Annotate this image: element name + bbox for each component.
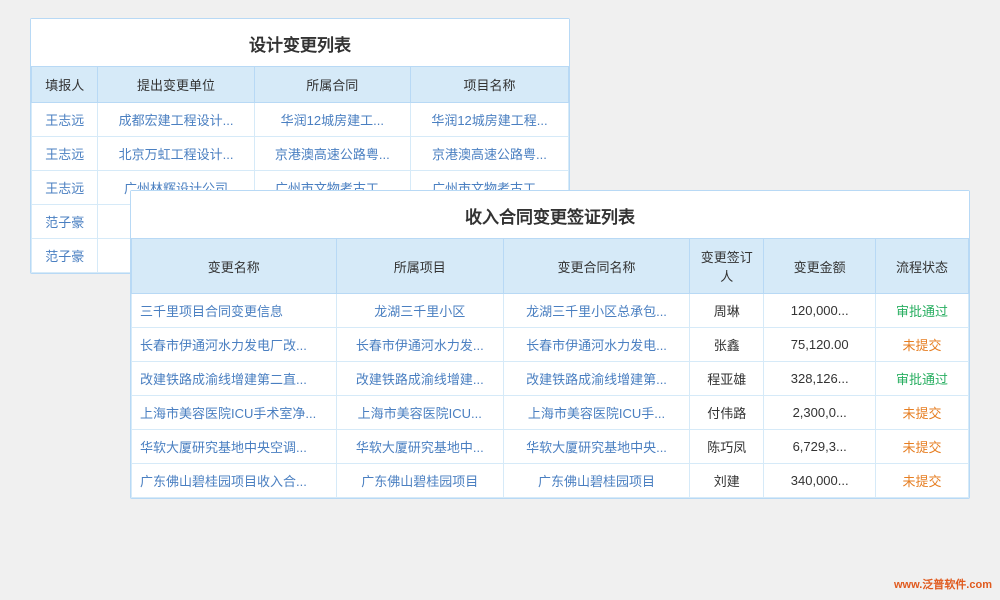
contract-col-project: 所属项目	[336, 239, 503, 294]
design-col-project: 项目名称	[410, 67, 568, 103]
design-col-unit: 提出变更单位	[98, 67, 254, 103]
design-col-contract: 所属合同	[254, 67, 410, 103]
contract-col-signer: 变更签订人	[690, 239, 764, 294]
contract-cell-project[interactable]: 龙湖三千里小区	[336, 294, 503, 328]
design-cell-reporter[interactable]: 王志远	[32, 171, 98, 205]
contract-table-row: 三千里项目合同变更信息 龙湖三千里小区 龙湖三千里小区总承包... 周琳 120…	[132, 294, 969, 328]
contract-cell-amount: 120,000...	[764, 294, 876, 328]
design-cell-reporter[interactable]: 范子豪	[32, 205, 98, 239]
contract-cell-signer: 周琳	[690, 294, 764, 328]
contract-cell-amount: 340,000...	[764, 464, 876, 498]
contract-cell-status[interactable]: 未提交	[875, 464, 968, 498]
contract-cell-name[interactable]: 三千里项目合同变更信息	[132, 294, 337, 328]
contract-table-row: 长春市伊通河水力发电厂改... 长春市伊通河水力发... 长春市伊通河水力发电.…	[132, 328, 969, 362]
design-cell-reporter[interactable]: 王志远	[32, 137, 98, 171]
contract-cell-name[interactable]: 广东佛山碧桂园项目收入合...	[132, 464, 337, 498]
contract-cell-name[interactable]: 上海市美容医院ICU手术室净...	[132, 396, 337, 430]
contract-cell-project[interactable]: 长春市伊通河水力发...	[336, 328, 503, 362]
contract-cell-signer: 程亚雄	[690, 362, 764, 396]
contract-cell-project[interactable]: 华软大厦研究基地中...	[336, 430, 503, 464]
contract-col-contractname: 变更合同名称	[504, 239, 690, 294]
design-cell-project[interactable]: 华润12城房建工程...	[410, 103, 568, 137]
contract-table-row: 改建铁路成渝线增建第二直... 改建铁路成渝线增建... 改建铁路成渝线增建第.…	[132, 362, 969, 396]
design-col-reporter: 填报人	[32, 67, 98, 103]
design-table-row: 王志远 成都宏建工程设计... 华润12城房建工... 华润12城房建工程...	[32, 103, 569, 137]
contract-table-row: 华软大厦研究基地中央空调... 华软大厦研究基地中... 华软大厦研究基地中央.…	[132, 430, 969, 464]
contract-cell-signer: 张鑫	[690, 328, 764, 362]
contract-col-name: 变更名称	[132, 239, 337, 294]
design-cell-reporter[interactable]: 范子豪	[32, 239, 98, 273]
contract-cell-name[interactable]: 华软大厦研究基地中央空调...	[132, 430, 337, 464]
contract-cell-contractname[interactable]: 广东佛山碧桂园项目	[504, 464, 690, 498]
watermark-brand: 泛普	[922, 579, 944, 591]
contract-cell-contractname[interactable]: 龙湖三千里小区总承包...	[504, 294, 690, 328]
contract-cell-status[interactable]: 审批通过	[875, 294, 968, 328]
contract-panel: 收入合同变更签证列表 变更名称 所属项目 变更合同名称 变更签订人 变更金额 流…	[130, 190, 970, 499]
design-panel-title: 设计变更列表	[31, 19, 569, 66]
contract-cell-amount: 328,126...	[764, 362, 876, 396]
design-table-row: 王志远 北京万虹工程设计... 京港澳高速公路粤... 京港澳高速公路粤...	[32, 137, 569, 171]
watermark: www.泛普软件.com	[894, 576, 992, 592]
design-cell-unit[interactable]: 北京万虹工程设计...	[98, 137, 254, 171]
contract-cell-amount: 2,300,0...	[764, 396, 876, 430]
contract-cell-signer: 刘建	[690, 464, 764, 498]
contract-cell-contractname[interactable]: 上海市美容医院ICU手...	[504, 396, 690, 430]
contract-panel-title: 收入合同变更签证列表	[131, 191, 969, 238]
contract-cell-status[interactable]: 审批通过	[875, 362, 968, 396]
design-cell-reporter[interactable]: 王志远	[32, 103, 98, 137]
contract-cell-contractname[interactable]: 改建铁路成渝线增建第...	[504, 362, 690, 396]
contract-cell-status[interactable]: 未提交	[875, 430, 968, 464]
design-cell-project[interactable]: 京港澳高速公路粤...	[410, 137, 568, 171]
contract-col-amount: 变更金额	[764, 239, 876, 294]
contract-table: 变更名称 所属项目 变更合同名称 变更签订人 变更金额 流程状态 三千里项目合同…	[131, 238, 969, 498]
contract-cell-project[interactable]: 广东佛山碧桂园项目	[336, 464, 503, 498]
contract-cell-contractname[interactable]: 长春市伊通河水力发电...	[504, 328, 690, 362]
contract-cell-project[interactable]: 上海市美容医院ICU...	[336, 396, 503, 430]
contract-cell-contractname[interactable]: 华软大厦研究基地中央...	[504, 430, 690, 464]
contract-cell-amount: 6,729,3...	[764, 430, 876, 464]
contract-cell-name[interactable]: 改建铁路成渝线增建第二直...	[132, 362, 337, 396]
design-cell-unit[interactable]: 成都宏建工程设计...	[98, 103, 254, 137]
design-cell-contract[interactable]: 京港澳高速公路粤...	[254, 137, 410, 171]
contract-table-row: 上海市美容医院ICU手术室净... 上海市美容医院ICU... 上海市美容医院I…	[132, 396, 969, 430]
contract-cell-project[interactable]: 改建铁路成渝线增建...	[336, 362, 503, 396]
design-cell-contract[interactable]: 华润12城房建工...	[254, 103, 410, 137]
contract-cell-status[interactable]: 未提交	[875, 396, 968, 430]
contract-cell-signer: 陈巧凤	[690, 430, 764, 464]
contract-cell-signer: 付伟路	[690, 396, 764, 430]
watermark-suffix: 软件.com	[944, 579, 992, 591]
contract-col-status: 流程状态	[875, 239, 968, 294]
watermark-prefix: www.	[894, 579, 922, 591]
contract-cell-status[interactable]: 未提交	[875, 328, 968, 362]
contract-table-row: 广东佛山碧桂园项目收入合... 广东佛山碧桂园项目 广东佛山碧桂园项目 刘建 3…	[132, 464, 969, 498]
contract-cell-name[interactable]: 长春市伊通河水力发电厂改...	[132, 328, 337, 362]
contract-cell-amount: 75,120.00	[764, 328, 876, 362]
